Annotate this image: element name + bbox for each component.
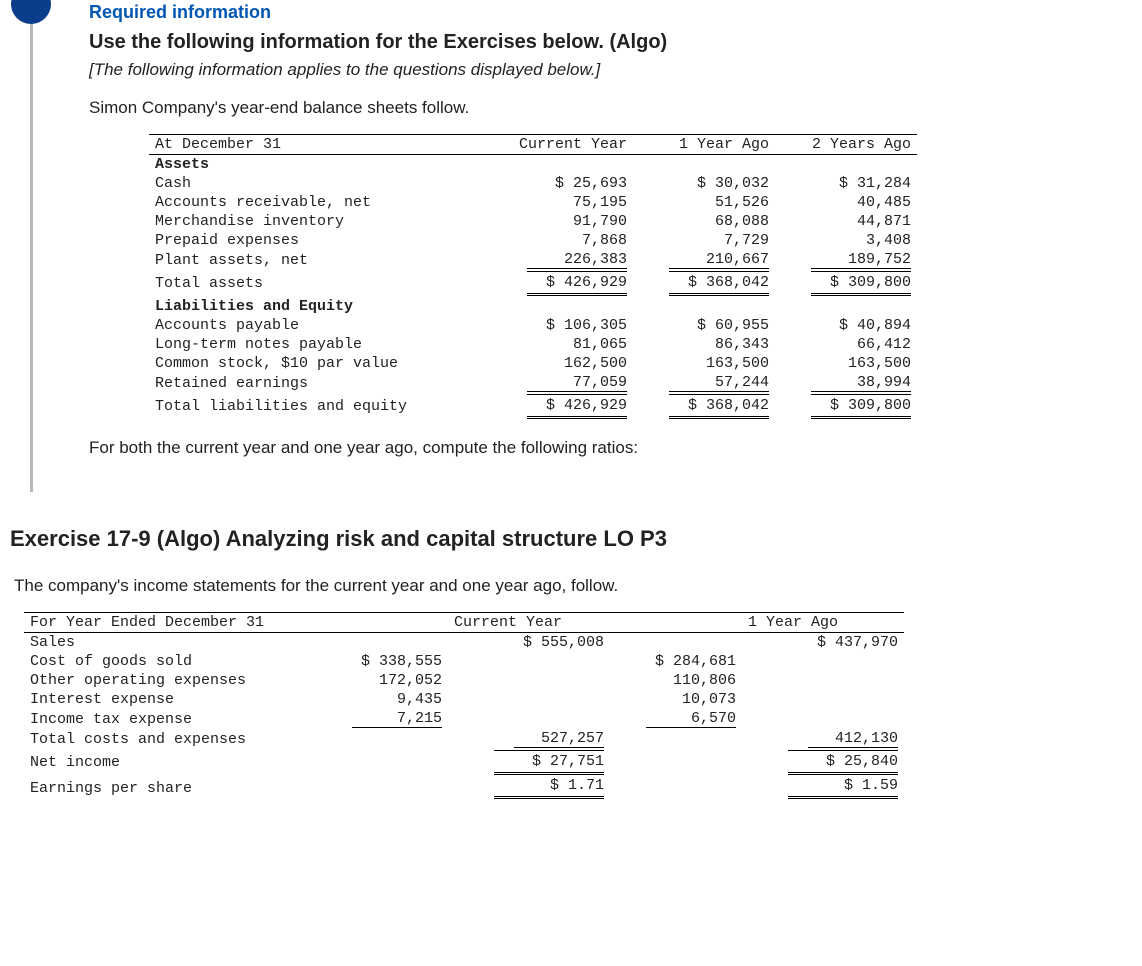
- required-information-block: Required information Use the following i…: [30, 2, 1132, 492]
- table-row: Plant assets, net226,383210,667189,752: [149, 250, 917, 270]
- table-header-row: For Year Ended December 31 Current Year …: [24, 613, 904, 633]
- liabilities-section-header: Liabilities and Equity: [149, 297, 917, 316]
- total-expenses-row: Total costs and expenses527,257412,130: [24, 729, 904, 749]
- income-statement-table: For Year Ended December 31 Current Year …: [24, 612, 904, 800]
- table-row: Merchandise inventory91,79068,08844,871: [149, 212, 917, 231]
- applies-note: [The following information applies to th…: [89, 60, 1132, 80]
- use-following-heading: Use the following information for the Ex…: [89, 31, 1132, 54]
- table-row: Accounts payable$ 106,305$ 60,955$ 40,89…: [149, 316, 917, 335]
- header-2-years-ago: 2 Years Ago: [775, 135, 917, 155]
- required-info-label: Required information: [89, 2, 1132, 23]
- table-row: Cash$ 25,693$ 30,032$ 31,284: [149, 174, 917, 193]
- header-current-year: Current Year: [491, 135, 633, 155]
- header-current-year: Current Year: [448, 613, 610, 633]
- header-date: For Year Ended December 31: [24, 613, 316, 633]
- exercise-title: Exercise 17-9 (Algo) Analyzing risk and …: [10, 526, 1132, 552]
- table-row: Income tax expense7,2156,570: [24, 709, 904, 729]
- total-liab-equity-row: Total liabilities and equity$ 426,929$ 3…: [149, 393, 917, 420]
- table-row: Interest expense9,43510,073: [24, 690, 904, 709]
- balance-sheet-table: At December 31 Current Year 1 Year Ago 2…: [149, 134, 917, 420]
- table-row: Other operating expenses172,052110,806: [24, 671, 904, 690]
- table-header-row: At December 31 Current Year 1 Year Ago 2…: [149, 135, 917, 155]
- header-1-year-ago: 1 Year Ago: [742, 613, 904, 633]
- table-row: Long-term notes payable81,06586,34366,41…: [149, 335, 917, 354]
- table-row: Common stock, $10 par value162,500163,50…: [149, 354, 917, 373]
- assets-section-header: Assets: [149, 155, 917, 175]
- net-income-row: Net income$ 27,751$ 25,840: [24, 749, 904, 776]
- lead-text: Simon Company's year-end balance sheets …: [89, 98, 1132, 118]
- table-row: Accounts receivable, net75,19551,52640,4…: [149, 193, 917, 212]
- table-row: Cost of goods sold$ 338,555$ 284,681: [24, 652, 904, 671]
- total-assets-row: Total assets$ 426,929$ 368,042$ 309,800: [149, 270, 917, 297]
- header-date: At December 31: [149, 135, 491, 155]
- eps-row: Earnings per share$ 1.71$ 1.59: [24, 776, 904, 800]
- compute-ratios-text: For both the current year and one year a…: [89, 438, 1132, 458]
- table-row: Prepaid expenses7,8687,7293,408: [149, 231, 917, 250]
- income-lead-text: The company's income statements for the …: [14, 576, 1132, 596]
- sales-row: Sales $ 555,008 $ 437,970: [24, 633, 904, 653]
- header-1-year-ago: 1 Year Ago: [633, 135, 775, 155]
- table-row: Retained earnings77,05957,24438,994: [149, 373, 917, 393]
